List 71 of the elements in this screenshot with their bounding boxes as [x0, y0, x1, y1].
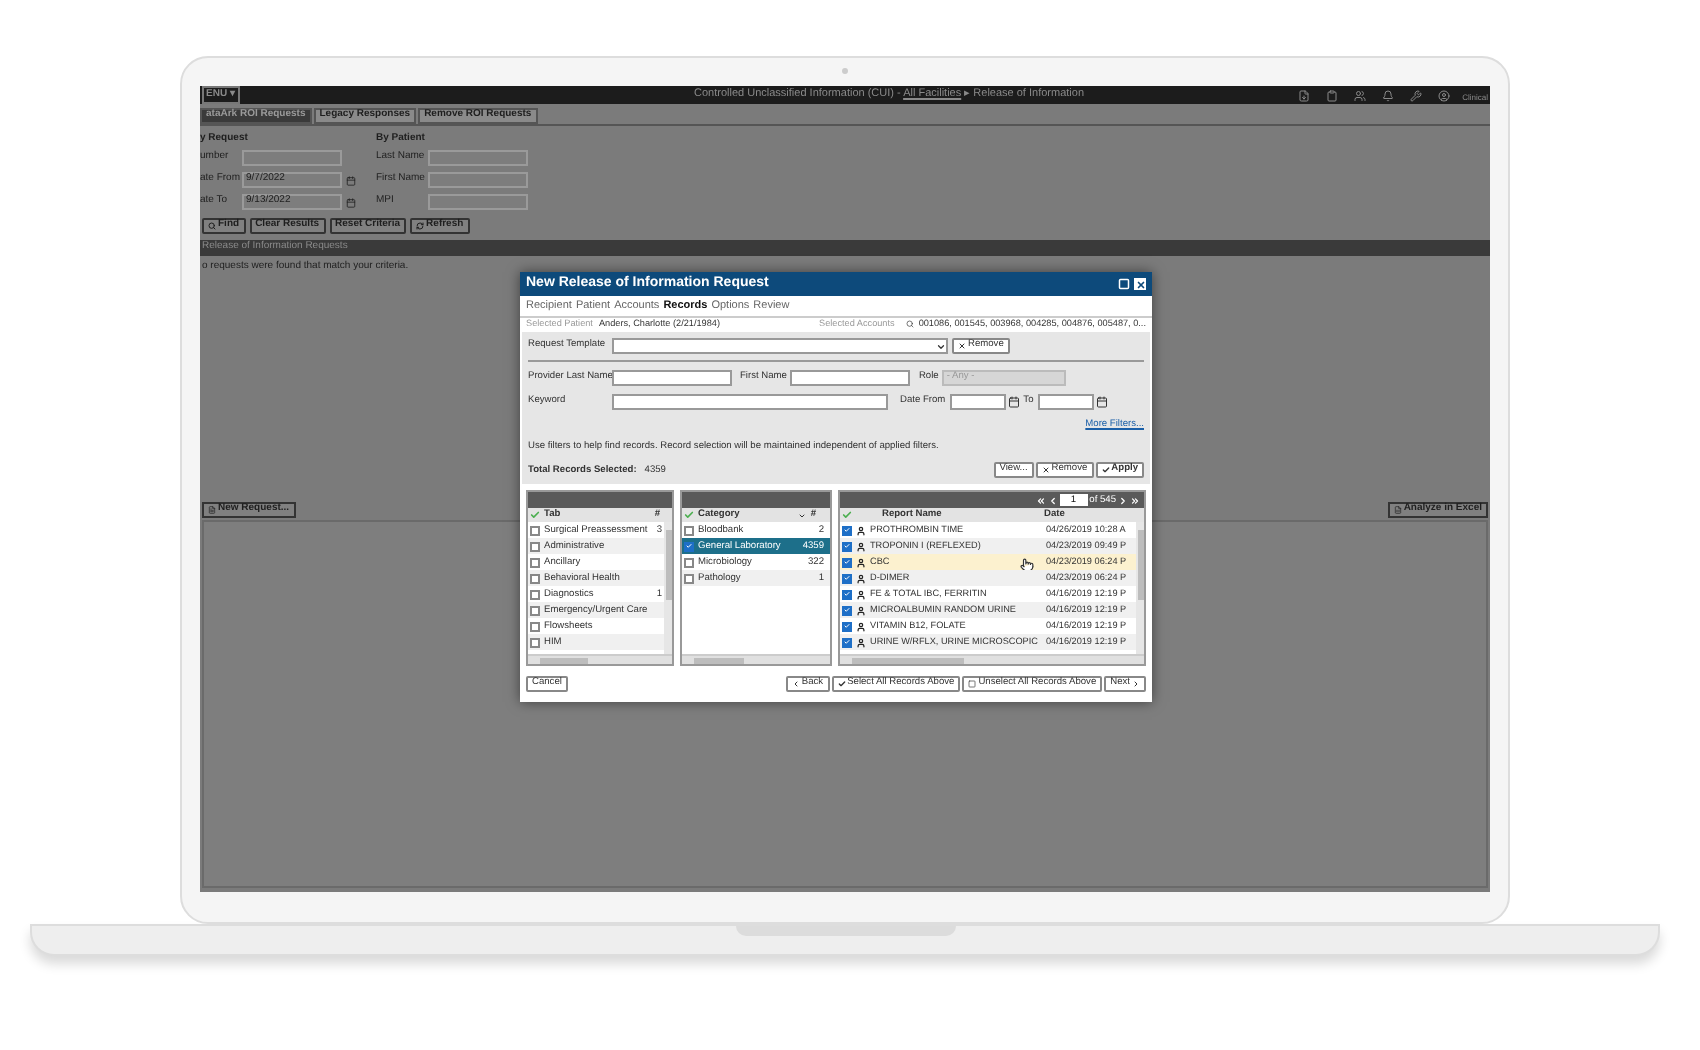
last-page-icon[interactable]: [1130, 495, 1140, 506]
checkbox[interactable]: [842, 589, 852, 600]
checkbox[interactable]: [842, 525, 852, 536]
date-field[interactable]: [1037, 394, 1094, 410]
bell-icon[interactable]: [1382, 89, 1395, 101]
calendar-icon[interactable]: [1007, 396, 1020, 408]
vertical-scrollbar[interactable]: [664, 522, 672, 655]
template-select[interactable]: [612, 338, 948, 354]
input-field[interactable]: [428, 194, 528, 210]
spreadsheet-icon: [1393, 505, 1402, 513]
check-icon: [1101, 466, 1110, 475]
checkbox[interactable]: [842, 573, 852, 584]
search-icon[interactable]: [906, 320, 915, 329]
checkbox[interactable]: [530, 525, 540, 536]
input-field[interactable]: [428, 150, 528, 166]
person-icon: [856, 525, 866, 536]
horizontal-scrollbar[interactable]: [840, 654, 1144, 665]
input-field[interactable]: [428, 172, 528, 188]
checkbox[interactable]: [842, 637, 852, 648]
calendar-icon[interactable]: [1095, 396, 1108, 408]
people-icon[interactable]: [1354, 89, 1367, 101]
checkbox[interactable]: [530, 541, 540, 552]
first-page-icon[interactable]: [1035, 495, 1046, 506]
person-icon: [856, 589, 866, 600]
square-icon: [968, 680, 977, 689]
check-icon[interactable]: [842, 510, 852, 521]
checkbox[interactable]: [530, 621, 540, 632]
refresh-icon: [416, 222, 425, 230]
person-icon: [856, 573, 866, 584]
person-icon: [856, 621, 866, 632]
person-icon: [856, 637, 866, 648]
panel-header: [528, 492, 672, 509]
checkbox[interactable]: [684, 557, 694, 568]
search-icon: [208, 222, 216, 230]
user-icon[interactable]: [1438, 89, 1451, 101]
close-button[interactable]: [1134, 278, 1146, 290]
person-icon: [856, 605, 866, 616]
check-icon[interactable]: [530, 510, 540, 521]
person-icon: [856, 541, 866, 552]
maximize-icon[interactable]: [1118, 278, 1130, 290]
checkbox[interactable]: [842, 541, 852, 552]
input-field[interactable]: [612, 370, 732, 386]
document-icon: [208, 505, 216, 513]
input-field[interactable]: [242, 150, 342, 166]
clipboard-icon[interactable]: [1326, 89, 1339, 101]
next-page-icon[interactable]: [1118, 495, 1128, 506]
checkbox[interactable]: [842, 557, 852, 568]
checkbox[interactable]: [530, 557, 540, 568]
input-field[interactable]: [612, 394, 888, 410]
checkbox[interactable]: [684, 525, 694, 536]
wrench-icon[interactable]: [1410, 89, 1423, 101]
caret-icon: [936, 341, 946, 351]
checkbox[interactable]: [842, 621, 852, 632]
input-field[interactable]: [790, 370, 911, 386]
check-icon[interactable]: [684, 510, 694, 521]
document-icon[interactable]: [1298, 89, 1311, 101]
vertical-scrollbar[interactable]: [1136, 522, 1144, 655]
previous-page-icon[interactable]: [1047, 495, 1058, 506]
check-icon: [837, 680, 846, 689]
checkbox[interactable]: [530, 637, 540, 648]
person-icon: [856, 557, 866, 568]
horizontal-scrollbar[interactable]: [682, 654, 830, 665]
checkbox[interactable]: [684, 541, 694, 552]
checkbox[interactable]: [530, 605, 540, 616]
checkbox[interactable]: [684, 573, 694, 584]
checkbox[interactable]: [530, 573, 540, 584]
camera-icon: [842, 68, 848, 74]
horizontal-scrollbar[interactable]: [528, 654, 672, 665]
checkbox[interactable]: [842, 605, 852, 616]
checkbox[interactable]: [530, 589, 540, 600]
date-field[interactable]: [949, 394, 1006, 410]
